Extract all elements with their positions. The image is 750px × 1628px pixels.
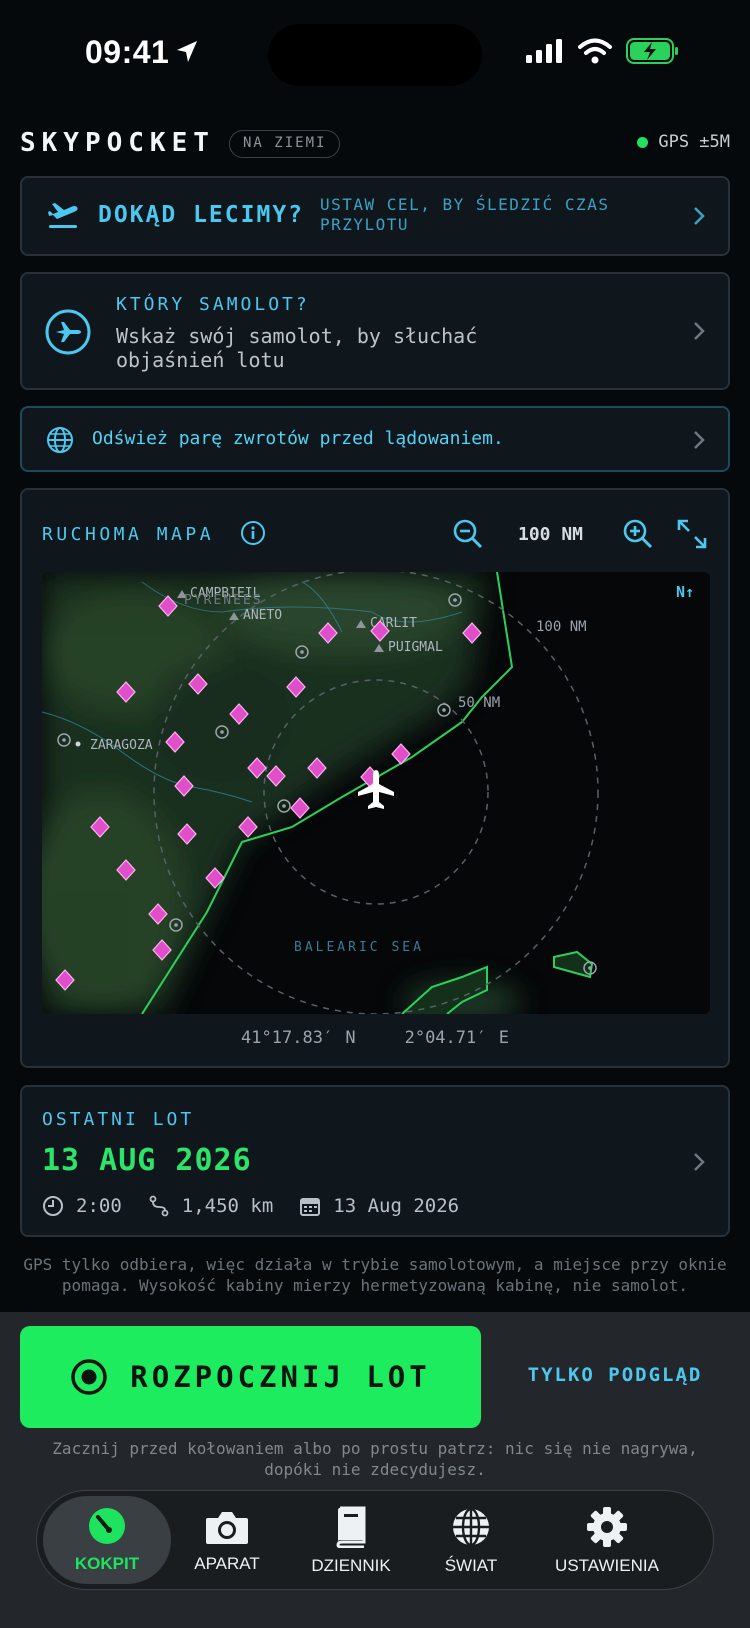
aircraft-subtitle: Wskaż swój samolot, by słuchać objaśnień… [116,324,478,372]
phrase-refresher-banner[interactable]: Odśwież parę zwrotów przed lądowaniem. [20,406,730,472]
app-title: SKYPOCKET [20,128,215,158]
place-label: ZARAGOZA [90,738,153,753]
clock-icon [43,1196,63,1216]
bottom-action-sheet: ROZPOCZNIJ LOT TYLKO PODGLĄD Zacznij prz… [0,1312,750,1628]
tab-camera[interactable]: APARAT [177,1491,277,1591]
tab-label: USTAWIENIA [555,1556,659,1575]
calendar-icon [300,1198,321,1216]
start-hint: Zacznij przed kołowaniem albo po prostu … [52,1439,698,1479]
chevron-right-icon [694,207,705,225]
gps-accuracy: GPS ±5M [658,132,730,152]
tab-bar: KOKPIT APARAT DZIENNIK ŚWIAT USTAWIENIA [36,1490,714,1590]
globe-icon [47,427,73,453]
flight-calendar-date: 13 Aug 2026 [333,1195,460,1217]
status-bar: 09:41 [0,0,750,110]
gps-disclaimer: GPS tylko odbiera, więc działa w trybie … [23,1255,727,1295]
destination-card[interactable]: DOKĄD LECIMY? USTAW CEL, BY ŚLEDZIĆ CZAS… [20,176,730,256]
gauge-icon [89,1508,125,1544]
zoom-level: 100 NM [518,524,584,545]
battery-charging-icon [626,38,678,64]
longitude: 2°04.71′ E [404,1028,509,1048]
phrase-banner-text: Odśwież parę zwrotów przed lądowaniem. [92,428,504,449]
map-title: RUCHOMA MAPA [42,524,215,545]
last-flight-meta: 2:00 1,450 km 13 Aug 2026 [42,1195,485,1217]
camera-icon [206,1512,248,1544]
gps-status: GPS ±5M [637,132,730,152]
globe-icon [453,1507,489,1547]
record-icon [71,1359,108,1395]
position-coordinates: 41°17.83′ N 2°04.71′ E [22,1028,728,1048]
ring-label-inner: 50 NM [458,695,500,711]
preview-only-button[interactable]: TYLKO PODGLĄD [500,1364,730,1386]
wifi-icon [578,38,612,64]
north-indicator: N↑ [676,583,694,601]
tab-label: APARAT [194,1554,260,1573]
tab-cockpit[interactable]: KOKPIT [43,1496,171,1584]
start-flight-button[interactable]: ROZPOCZNIJ LOT [20,1326,481,1428]
last-flight-date: 13 AUG 2026 [42,1143,252,1178]
aircraft-title: KTÓRY SAMOLOT? [116,294,310,315]
place-label: ANETO [243,608,282,623]
expand-icon[interactable] [676,518,708,550]
tab-label: ŚWIAT [444,1556,498,1575]
latitude: 41°17.83′ N [241,1028,356,1048]
map-canvas: 100 NM 50 NM N↑ CAMPBIEIL PYRENEES ANETO… [42,572,694,1014]
sea-label: BALEARIC SEA [294,940,424,955]
destination-title: DOKĄD LECIMY? [98,202,305,228]
zoom-in-icon[interactable] [622,518,654,550]
status-time: 09:41 [85,34,170,70]
info-icon[interactable] [240,520,266,546]
chevron-right-icon [694,1153,705,1171]
chevron-right-icon [694,322,705,340]
app-header: SKYPOCKET NA ZIEMI GPS ±5M [20,126,730,166]
dynamic-island [268,24,482,86]
tab-label: DZIENNIK [311,1556,391,1575]
airplane-circle-icon [45,309,91,355]
cellular-signal-icon [526,39,562,63]
gps-dot-icon [637,136,649,148]
book-icon [336,1506,366,1548]
start-flight-label: ROZPOCZNIJ LOT [130,1360,431,1394]
moving-map-card: RUCHOMA MAPA 100 NM 100 NM 50 NM N↑ CAMP… [20,488,730,1068]
last-flight-card[interactable]: OSTATNI LOT 13 AUG 2026 2:00 1,450 km 13… [20,1085,730,1237]
last-flight-title: OSTATNI LOT [42,1109,195,1130]
moving-map[interactable]: 100 NM 50 NM N↑ CAMPBIEIL PYRENEES ANETO… [42,572,710,1014]
aircraft-card[interactable]: KTÓRY SAMOLOT? Wskaż swój samolot, by sł… [20,272,730,390]
gear-icon [587,1507,627,1547]
airplane-takeoff-icon [48,203,78,228]
location-arrow-icon [177,41,197,62]
route-icon [149,1195,169,1217]
tab-journal[interactable]: DZIENNIK [293,1491,409,1591]
tab-settings[interactable]: USTAWIENIA [537,1491,677,1591]
flight-duration: 2:00 [76,1195,122,1217]
place-label: PUIGMAL [388,640,443,655]
chevron-right-icon [694,431,705,449]
tab-world[interactable]: ŚWIAT [421,1491,521,1591]
tab-label: KOKPIT [74,1554,140,1573]
ground-status-badge: NA ZIEMI [229,130,341,158]
place-label: PYRENEES [184,593,263,608]
zoom-out-icon[interactable] [452,518,484,550]
ring-label-outer: 100 NM [536,619,587,635]
destination-subtitle: USTAW CEL, BY ŚLEDZIĆ CZAS PRZYLOTU [320,195,610,234]
flight-distance: 1,450 km [181,1195,274,1217]
